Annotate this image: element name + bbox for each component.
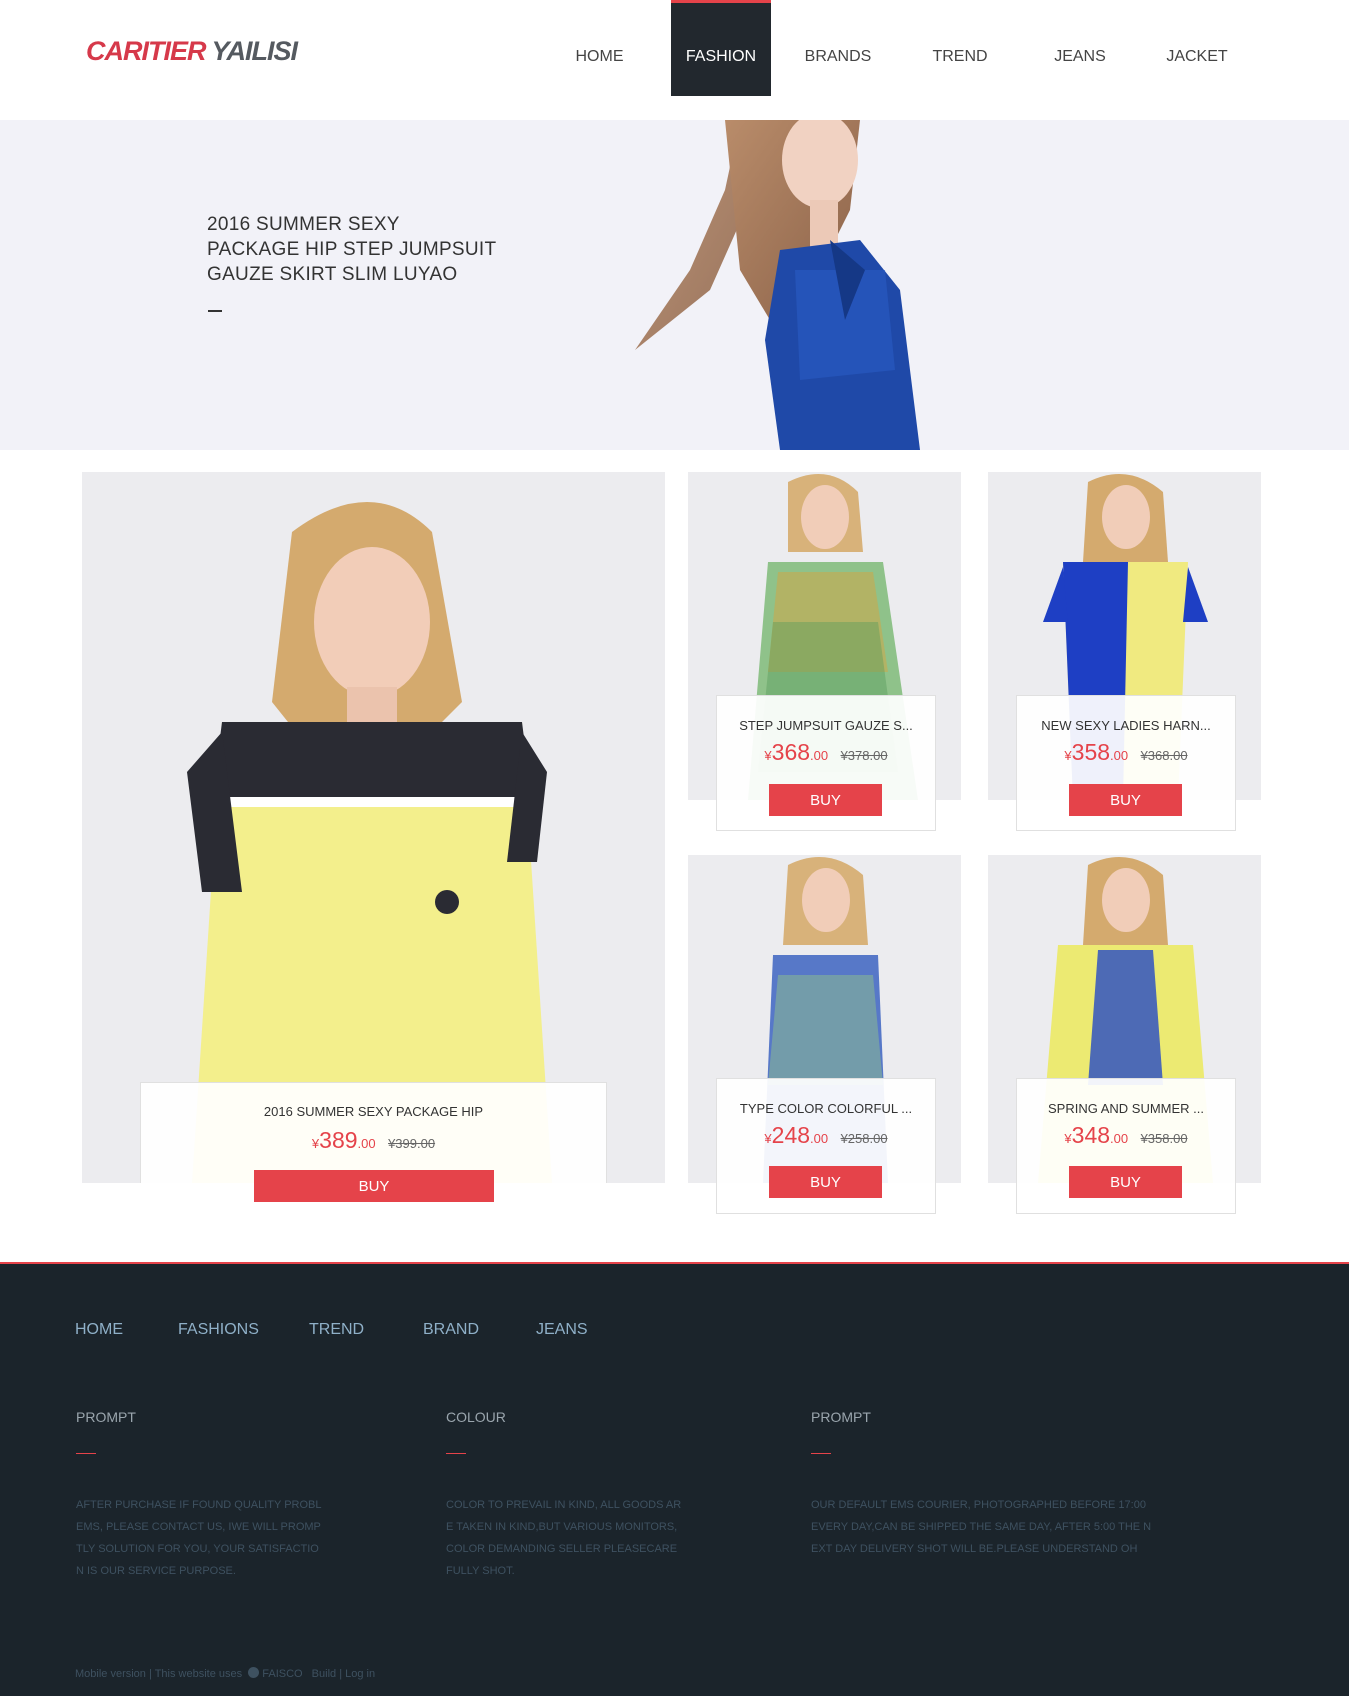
hero-banner[interactable]: 2016 SUMMER SEXY PACKAGE HIP STEP JUMPSU… [0,120,1349,450]
price-integer: 348 [1071,1122,1111,1148]
footer-nav-fashions[interactable]: FASHIONS [178,1321,259,1339]
footer-nav-trend[interactable]: TREND [309,1321,364,1339]
hero-line: GAUZE SKIRT SLIM LUYAO [207,264,458,285]
footer-text-line: EXT DAY DELIVERY SHOT WILL BE.PLEASE UND… [811,1543,1138,1555]
login-link[interactable]: Log in [345,1668,375,1680]
price-integer: 358 [1071,739,1111,765]
product-name[interactable]: 2016 SUMMER SEXY PACKAGE HIP [141,1104,606,1119]
price-integer: 389 [319,1127,358,1153]
nav-item-jeans[interactable]: JEANS [1030,0,1130,96]
header: CARITIER YAILISI HOME FASHION BRANDS TRE… [0,0,1349,120]
footer-column-title: COLOUR [446,1409,506,1425]
footer-column-dash [811,1453,831,1454]
page: CARITIER YAILISI HOME FASHION BRANDS TRE… [0,0,1349,1696]
price-row: ¥389.00 ¥399.00 [141,1127,606,1154]
brand-logo[interactable]: CARITIER YAILISI [86,36,299,67]
footer-column-dash [76,1453,96,1454]
price-integer: 248 [771,1122,811,1148]
currency-symbol: ¥ [1064,1131,1072,1146]
nav-item-fashion[interactable]: FASHION [671,0,771,96]
product-card-featured[interactable]: 2016 SUMMER SEXY PACKAGE HIP ¥389.00 ¥39… [82,472,665,1183]
logo-red-text: CARITIER [86,36,206,66]
price-row: ¥248.00 ¥258.00 [717,1122,935,1149]
product-name[interactable]: STEP JUMPSUIT GAUZE S... [717,718,935,733]
price-decimal: .00 [810,748,829,763]
currency-symbol: ¥ [764,1131,772,1146]
footer-text-line: EVERY DAY,CAN BE SHIPPED THE SAME DAY, A… [811,1521,1152,1533]
old-price: ¥258.00 [840,1131,888,1146]
footer-text-line: EMS, PLEASE CONTACT US, IWE WILL PROMP [76,1521,321,1533]
hero-line: PACKAGE HIP STEP JUMPSUIT [207,239,497,260]
footer-text-line: AFTER PURCHASE IF FOUND QUALITY PROBL [76,1499,322,1511]
footer-column-title: PROMPT [811,1409,871,1425]
buy-button[interactable]: BUY [769,784,882,816]
hero-model-image [635,120,920,450]
footer-text-line: N IS OUR SERVICE PURPOSE. [76,1565,236,1577]
copyright-bar: Mobile version | This website uses FAISC… [75,1667,375,1680]
footer-text-line: COLOR DEMANDING SELLER PLEASECARE [446,1543,678,1555]
faisco-logo-icon [248,1667,260,1678]
nav-item-home[interactable]: HOME [555,0,644,96]
old-price: ¥358.00 [1140,1131,1188,1146]
hero-headline: 2016 SUMMER SEXY PACKAGE HIP STEP JUMPSU… [207,212,507,287]
price-row: ¥348.00 ¥358.00 [1017,1122,1235,1149]
product-name[interactable]: SPRING AND SUMMER ... [1017,1101,1235,1116]
footer-text-line: FULLY SHOT. [446,1565,515,1577]
old-price: ¥399.00 [388,1136,436,1151]
price-decimal: .00 [357,1136,376,1151]
footer-nav-jeans[interactable]: JEANS [536,1321,588,1339]
product-name[interactable]: TYPE COLOR COLORFUL ... [717,1101,935,1116]
footer-column-text: OUR DEFAULT EMS COURIER, PHOTOGRAPHED BE… [811,1494,1191,1560]
product-info: 2016 SUMMER SEXY PACKAGE HIP ¥389.00 ¥39… [140,1082,607,1183]
footer-column-dash [446,1453,466,1454]
footer-nav-home[interactable]: HOME [75,1321,123,1339]
old-price: ¥368.00 [1140,748,1188,763]
footer-text-line: E TAKEN IN KIND,BUT VARIOUS MONITORS, [446,1521,678,1533]
footer: HOME FASHIONS TREND BRAND JEANS PROMPT A… [0,1262,1349,1696]
price-decimal: .00 [810,1131,829,1146]
footer-column-text: AFTER PURCHASE IF FOUND QUALITY PROBL EM… [76,1494,356,1582]
build-link[interactable]: Build [312,1668,336,1680]
nav-item-trend[interactable]: TREND [910,0,1010,96]
footer-text-line: OUR DEFAULT EMS COURIER, PHOTOGRAPHED BE… [811,1499,1146,1511]
currency-symbol: ¥ [764,748,772,763]
price-decimal: .00 [1110,748,1129,763]
price-row: ¥368.00 ¥378.00 [717,739,935,766]
product-image [187,502,552,1183]
product-name[interactable]: NEW SEXY LADIES HARN... [1017,718,1235,733]
currency-symbol: ¥ [1064,748,1072,763]
faisco-link[interactable]: FAISCO [262,1668,302,1680]
price-decimal: .00 [1110,1131,1129,1146]
footer-column-title: PROMPT [76,1409,136,1425]
buy-button[interactable]: BUY [254,1170,494,1202]
footer-text-line: TLY SOLUTION FOR YOU, YOUR SATISFACTIO [76,1543,319,1555]
nav-item-brands[interactable]: BRANDS [788,0,888,96]
nav-item-jacket[interactable]: JACKET [1147,0,1247,96]
logo-gray-text: YAILISI [211,36,299,66]
footer-column-text: COLOR TO PREVAIL IN KIND, ALL GOODS AR E… [446,1494,726,1582]
price-integer: 368 [771,739,811,765]
mobile-version-link[interactable]: Mobile version [75,1668,146,1680]
website-uses-text: This website uses [154,1668,243,1680]
buy-button[interactable]: BUY [1069,784,1182,816]
buy-button[interactable]: BUY [1069,1166,1182,1198]
footer-nav-brand[interactable]: BRAND [423,1321,479,1339]
hero-line: 2016 SUMMER SEXY [207,214,400,235]
old-price: ¥378.00 [840,748,888,763]
hero-dash [208,310,222,312]
footer-text-line: COLOR TO PREVAIL IN KIND, ALL GOODS AR [446,1499,682,1511]
price-row: ¥358.00 ¥368.00 [1017,739,1235,766]
buy-button[interactable]: BUY [769,1166,882,1198]
